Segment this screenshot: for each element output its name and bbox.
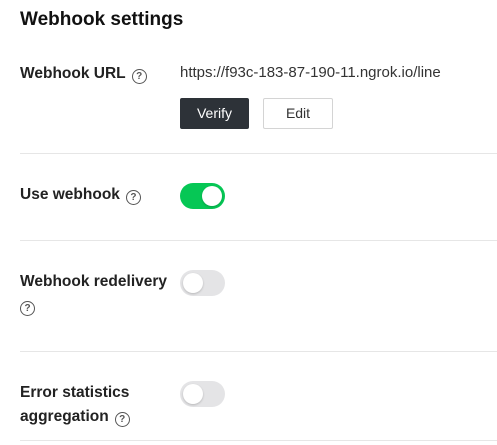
error-statistics-label-row: Error statistics aggregation? — [20, 381, 180, 429]
divider — [20, 440, 497, 441]
use-webhook-label-row: Use webhook? — [20, 183, 180, 207]
use-webhook-label: Use webhook — [20, 186, 120, 203]
divider — [20, 351, 497, 352]
webhook-url-value: https://f93c-183-87-190-11.ngrok.io/line — [180, 64, 441, 81]
error-statistics-toggle[interactable] — [180, 381, 225, 407]
help-icon[interactable]: ? — [114, 412, 130, 427]
webhook-url-label-row: Webhook URL? — [20, 62, 180, 86]
toggle-knob — [183, 384, 203, 404]
edit-button[interactable]: Edit — [263, 98, 333, 129]
webhook-redelivery-toggle[interactable] — [180, 270, 225, 296]
webhook-settings-panel: Webhook settings Webhook URL? https://f9… — [0, 0, 497, 445]
webhook-url-label: Webhook URL — [20, 65, 126, 82]
error-statistics-label-line1: Error statistics — [20, 384, 130, 401]
divider — [20, 240, 497, 241]
webhook-redelivery-label: Webhook redelivery — [20, 273, 168, 290]
help-icon[interactable]: ? — [125, 190, 141, 205]
use-webhook-toggle[interactable] — [180, 183, 225, 209]
toggle-knob — [202, 186, 222, 206]
help-icon[interactable]: ? — [131, 69, 147, 84]
error-statistics-label-line2: aggregation — [20, 408, 109, 425]
verify-button[interactable]: Verify — [180, 98, 249, 129]
webhook-redelivery-label-row: Webhook redelivery ? — [20, 270, 180, 318]
divider — [20, 153, 497, 154]
page-title: Webhook settings — [20, 9, 184, 30]
toggle-knob — [183, 273, 203, 293]
help-icon[interactable]: ? — [20, 301, 35, 316]
